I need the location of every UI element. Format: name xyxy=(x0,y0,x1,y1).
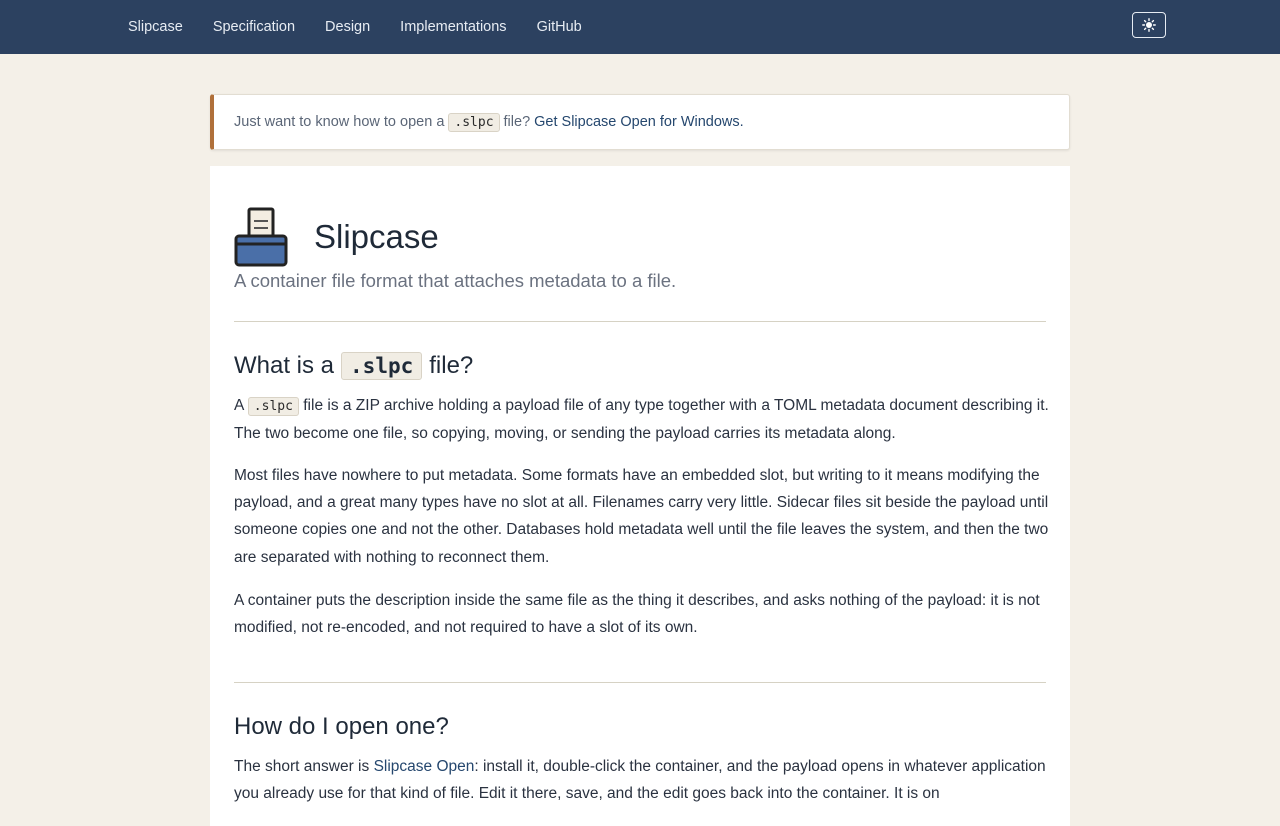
heading-text: What is a xyxy=(234,352,335,379)
paragraph-text: A xyxy=(234,397,244,414)
nav-links: Slipcase Specification Design Implementa… xyxy=(128,0,612,54)
slipcase-open-link[interactable]: Slipcase Open xyxy=(374,758,475,775)
paragraph-what-is-3: A container puts the description inside … xyxy=(234,592,1040,637)
notice-text-after: file? xyxy=(503,114,531,130)
sun-icon xyxy=(1142,18,1156,32)
section-heading-how-to-open: How do I open one? xyxy=(234,713,449,740)
paragraph-how-to-open-1: The short answer is Slipcase Open: insta… xyxy=(234,753,1050,807)
divider xyxy=(234,321,1046,322)
heading-text-after: file? xyxy=(429,352,474,379)
divider xyxy=(234,682,1046,683)
paragraph-text-after: file is a ZIP archive holding a payload … xyxy=(234,397,1049,443)
top-navbar: Slipcase Specification Design Implementa… xyxy=(0,0,1280,54)
paragraph-what-is-1: A .slpc file is a ZIP archive holding a … xyxy=(234,392,1050,447)
get-slipcase-open-link[interactable]: Get Slipcase Open for Windows. xyxy=(534,114,744,130)
paragraph-what-is-2: Most files have nowhere to put metadata.… xyxy=(234,467,1049,566)
nav-link-specification[interactable]: Specification xyxy=(213,19,295,35)
nav-link-implementations[interactable]: Implementations xyxy=(400,19,506,35)
nav-link-design[interactable]: Design xyxy=(325,19,370,35)
tagline: A container file format that attaches me… xyxy=(234,270,677,291)
hero: Slipcase xyxy=(234,206,439,268)
slipcase-tray-icon xyxy=(234,207,288,267)
heading-code: .slpc xyxy=(341,352,423,380)
page-title: Slipcase xyxy=(314,218,439,255)
nav-link-slipcase[interactable]: Slipcase xyxy=(128,19,183,35)
paragraph-text: The short answer is xyxy=(234,758,370,775)
download-notice: Just want to know how to open a .slpc fi… xyxy=(210,94,1070,150)
notice-text: Just want to know how to open a xyxy=(234,114,445,130)
nav-link-github[interactable]: GitHub xyxy=(537,19,582,35)
theme-toggle-button[interactable] xyxy=(1132,12,1166,38)
notice-code: .slpc xyxy=(448,112,500,132)
content-card: Slipcase A container file format that at… xyxy=(210,166,1070,826)
section-heading-what-is: What is a .slpc file? xyxy=(234,352,473,380)
paragraph-code: .slpc xyxy=(247,397,299,416)
